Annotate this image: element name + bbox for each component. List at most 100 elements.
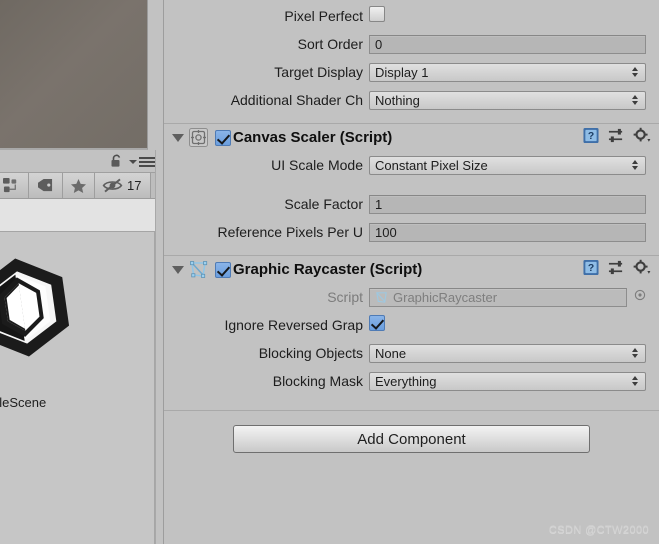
script-name: GraphicRaycaster (393, 289, 498, 305)
property-value: 1 (369, 194, 659, 214)
hamburger-menu-icon[interactable] (129, 156, 155, 167)
target-display-dropdown[interactable]: Display 1 (369, 62, 646, 82)
property-row-additional-shader-channels: Additional Shader Ch Nothing (164, 86, 659, 114)
blocking-mask-dropdown[interactable]: Everything (369, 371, 646, 391)
gear-icon[interactable] (633, 127, 651, 148)
help-icon[interactable]: ? (583, 259, 599, 280)
unity-logo-icon (0, 250, 82, 365)
svg-text:?: ? (588, 263, 594, 274)
property-label: Sort Order (297, 36, 363, 52)
menu-bars (139, 156, 155, 167)
property-label: UI Scale Mode (271, 157, 363, 173)
ignore-reversed-graphics-checkbox[interactable] (369, 314, 385, 331)
hidden-objects-toggle[interactable]: 17 (95, 173, 152, 198)
property-row-pixel-perfect: Pixel Perfect (164, 2, 659, 30)
graphic-raycaster-icon (189, 260, 208, 279)
chevron-down-icon (129, 159, 137, 164)
property-row-blocking-mask: Blocking Mask Everything (164, 367, 659, 395)
property-label: Scale Factor (284, 196, 363, 212)
script-object-field[interactable]: GraphicRaycaster (369, 287, 627, 307)
blocking-objects-dropdown[interactable]: None (369, 343, 646, 363)
property-row-target-display: Target Display Display 1 (164, 58, 659, 86)
help-icon[interactable]: ? (583, 127, 599, 148)
preset-icon[interactable] (608, 259, 624, 280)
property-value: Constant Pixel Size (369, 155, 659, 175)
ui-scale-mode-dropdown[interactable]: Constant Pixel Size (369, 155, 646, 175)
additional-shader-channels-dropdown[interactable]: Nothing (369, 90, 646, 110)
preset-icon[interactable] (608, 127, 624, 148)
property-value: 0 (369, 34, 659, 54)
component-title: Canvas Scaler (Script) (233, 129, 393, 146)
property-label: Target Display (274, 64, 363, 80)
property-label: Ignore Reversed Grap (224, 317, 363, 333)
eye-slash-icon (102, 178, 123, 193)
property-row-scale-factor: Scale Factor 1 (164, 190, 659, 218)
dropdown-value: None (375, 345, 407, 361)
component-header-tools: ? (583, 127, 651, 148)
canvas-scaler-icon (189, 128, 208, 147)
property-value: Nothing (369, 90, 659, 110)
dropdown-value: Display 1 (375, 64, 429, 80)
component-title: Graphic Raycaster (Script) (233, 261, 423, 278)
left-panel: 17 leScene (0, 0, 163, 544)
canvas-scaler-body: UI Scale Mode Constant Pixel Size Scale … (164, 151, 659, 246)
property-row-blocking-objects: Blocking Objects None (164, 339, 659, 367)
object-hierarchy-icon[interactable] (0, 173, 29, 198)
add-component-button[interactable]: Add Component (233, 425, 590, 453)
component-header-graphic-raycaster[interactable]: Graphic Raycaster (Script) ? (164, 255, 659, 283)
chevron-updown-icon (632, 348, 638, 358)
property-row-ui-scale-mode: UI Scale Mode Constant Pixel Size (164, 151, 659, 179)
graphic-raycaster-enabled-checkbox[interactable] (215, 261, 231, 278)
scale-factor-input[interactable]: 1 (369, 194, 646, 214)
property-label: Reference Pixels Per U (217, 224, 363, 240)
hierarchy-panel-titlebar (0, 150, 163, 172)
component-header-canvas-scaler[interactable]: Canvas Scaler (Script) ? (164, 123, 659, 151)
property-row-sort-order: Sort Order 0 (164, 30, 659, 58)
object-picker-icon[interactable] (634, 288, 646, 306)
hierarchy-search-strip[interactable] (0, 199, 155, 232)
property-value: Everything (369, 371, 659, 391)
property-value: Display 1 (369, 62, 659, 82)
dropdown-value: Constant Pixel Size (375, 157, 488, 173)
hierarchy-content: pleScene (0, 232, 155, 544)
property-value: 100 (369, 222, 659, 242)
watermark-label: CSDN @CTW2000 (548, 524, 649, 536)
sort-order-input[interactable]: 0 (369, 34, 646, 54)
property-value (369, 314, 659, 336)
foldout-triangle-icon[interactable] (172, 265, 184, 274)
svg-text:?: ? (588, 131, 594, 142)
reference-pixels-per-unit-input[interactable]: 100 (369, 222, 646, 242)
property-label: Additional Shader Ch (230, 92, 363, 108)
chevron-updown-icon (632, 67, 638, 77)
add-component-section: Add Component (164, 410, 659, 453)
graphic-raycaster-body: Script GraphicRaycaster Ignore Reversed … (164, 283, 659, 395)
padlock-open-icon[interactable] (110, 154, 123, 168)
dropdown-value: Nothing (375, 92, 420, 108)
chevron-updown-icon (632, 160, 638, 170)
left-panel-edge (155, 150, 163, 544)
property-label: Blocking Mask (272, 373, 363, 389)
component-header-tools: ? (583, 259, 651, 280)
star-icon[interactable] (63, 173, 95, 198)
gear-icon[interactable] (633, 259, 651, 280)
tag-icon[interactable] (29, 173, 63, 198)
chevron-updown-icon (632, 95, 638, 105)
property-row-reference-pixels-per-unit: Reference Pixels Per U 100 (164, 218, 659, 246)
property-label: Pixel Perfect (284, 8, 363, 24)
property-value: GraphicRaycaster (369, 287, 659, 307)
scene-view-partial[interactable] (0, 0, 148, 150)
property-label: Blocking Objects (258, 345, 363, 361)
pixel-perfect-checkbox[interactable] (369, 5, 385, 22)
dropdown-value: Everything (375, 373, 437, 389)
canvas-scaler-enabled-checkbox[interactable] (215, 129, 231, 146)
inspector-panel: Pixel Perfect Sort Order 0 Target Displa… (163, 0, 659, 544)
property-label: Script (327, 289, 363, 305)
hidden-objects-count: 17 (127, 178, 142, 193)
hierarchy-toolbar: 17 (0, 172, 155, 199)
script-type-icon (375, 291, 388, 304)
property-spacer (164, 179, 659, 190)
chevron-updown-icon (632, 376, 638, 386)
property-row-script: Script GraphicRaycaster (164, 283, 659, 311)
foldout-triangle-icon[interactable] (172, 133, 184, 142)
canvas-component-tail: Pixel Perfect Sort Order 0 Target Displa… (164, 0, 659, 114)
